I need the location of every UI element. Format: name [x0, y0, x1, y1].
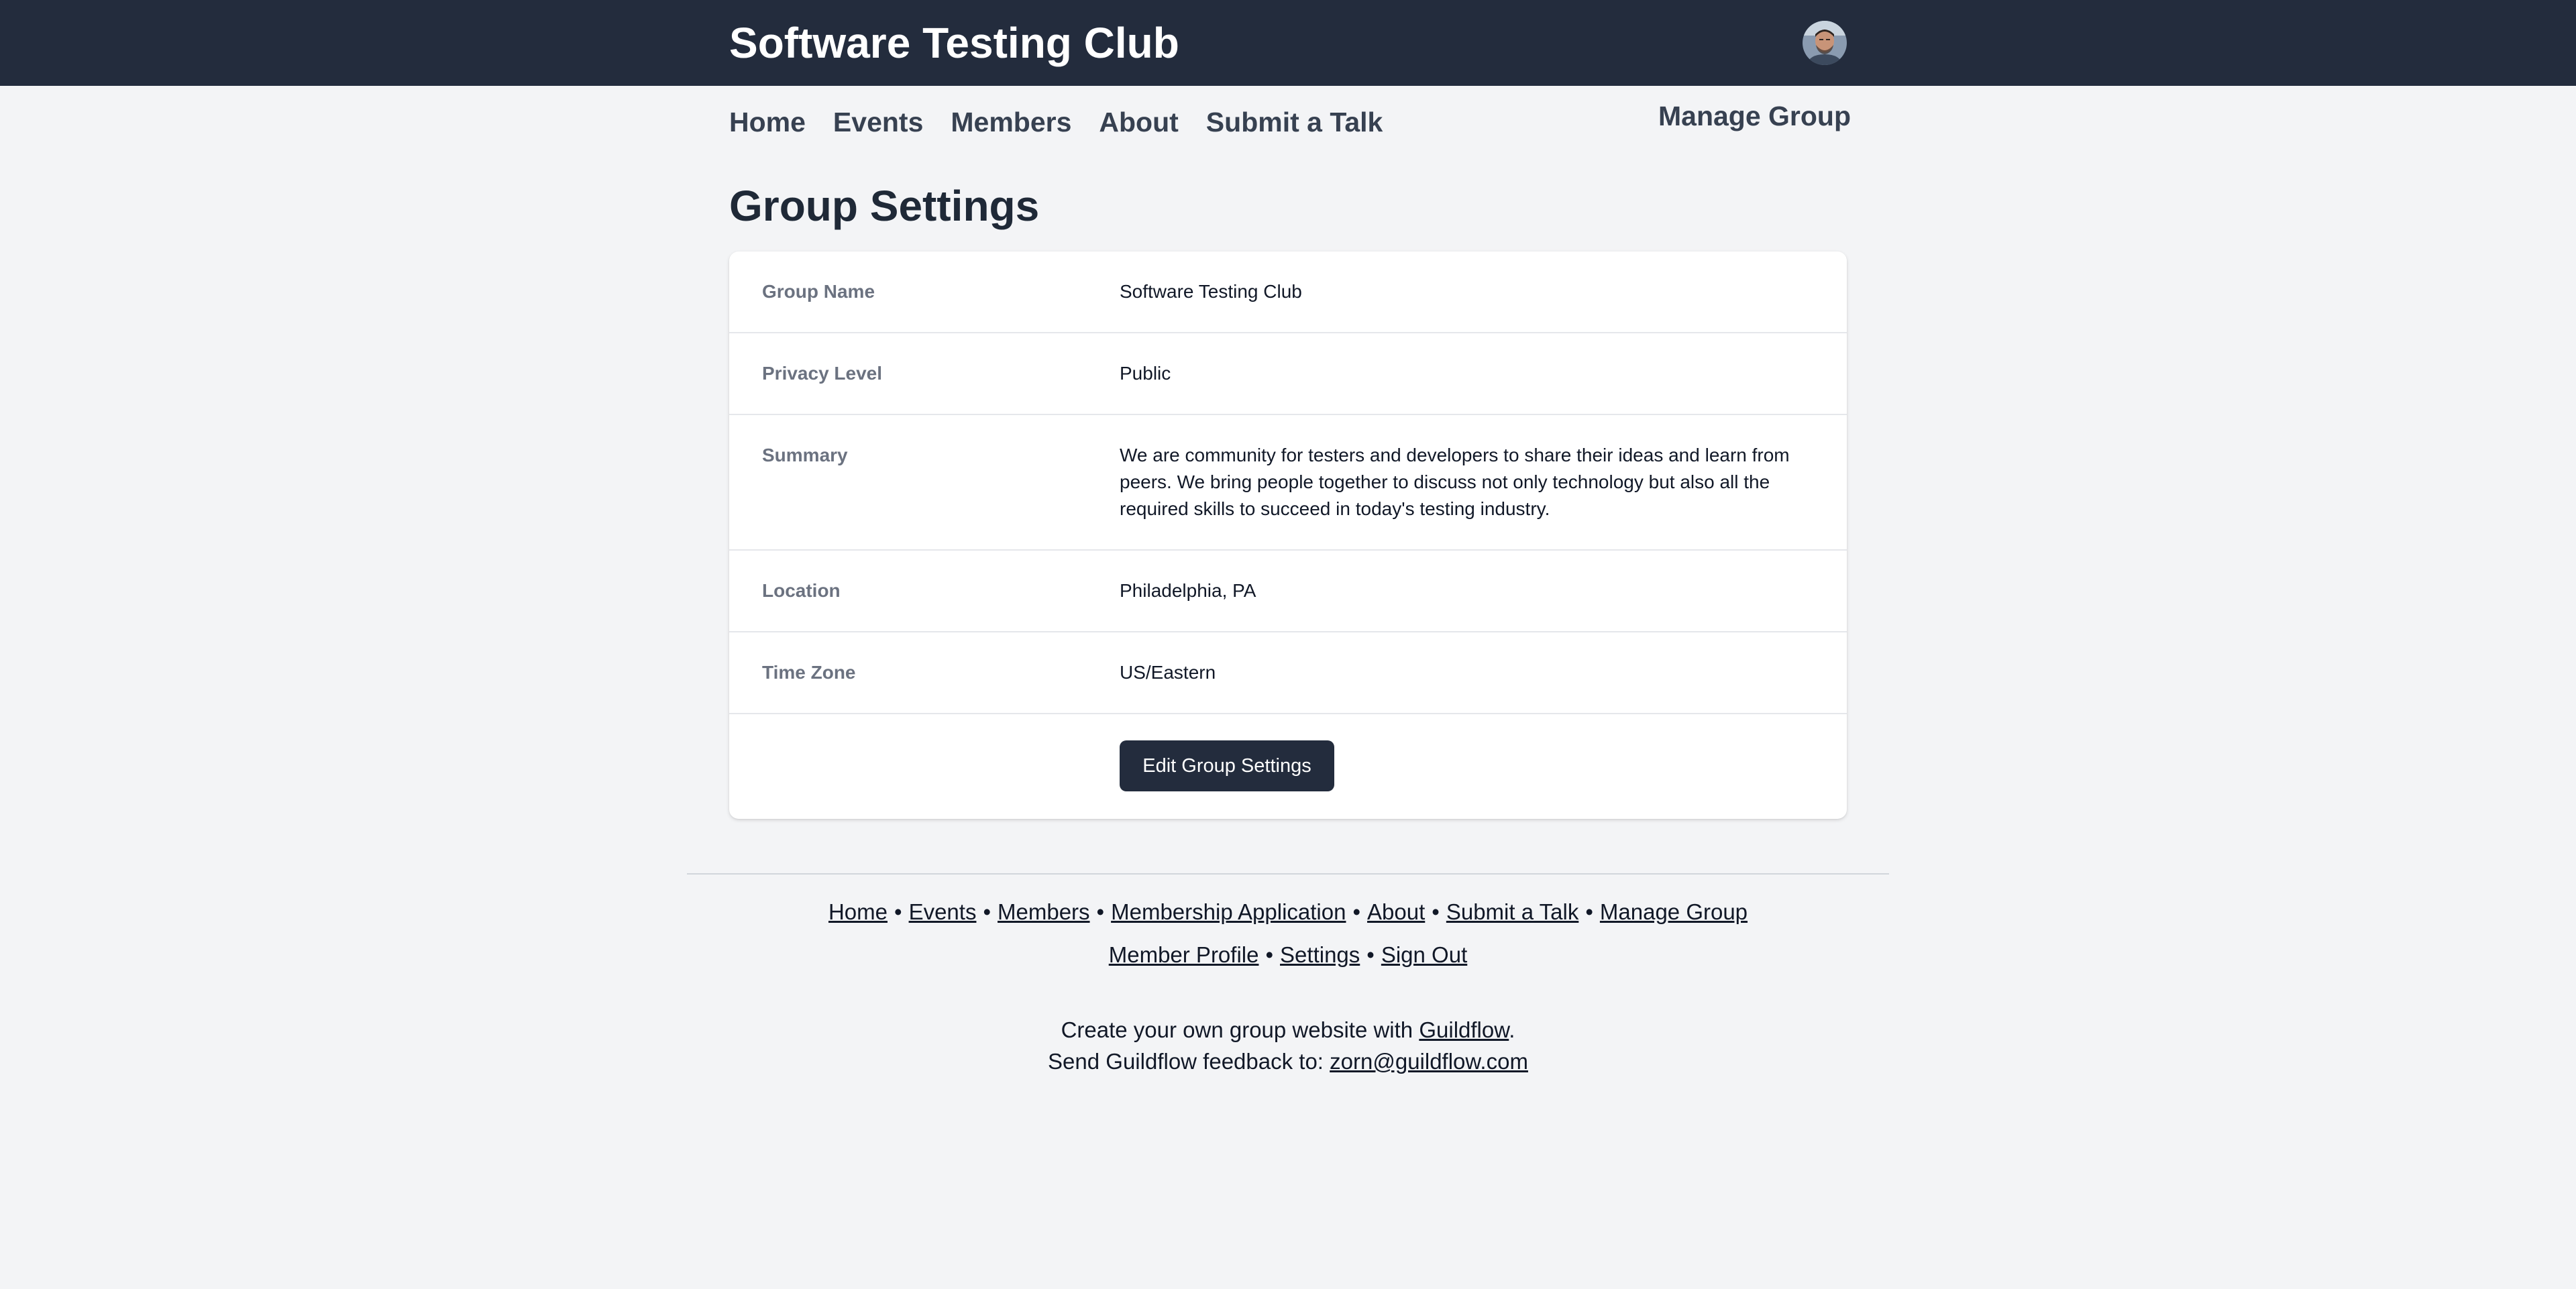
group-name-value: Software Testing Club	[1120, 281, 1302, 302]
nav-manage-group-link[interactable]: Manage Group	[1658, 96, 1851, 136]
footer-separator: •	[1366, 942, 1375, 967]
group-settings-card: Group Name Software Testing Club Privacy…	[729, 251, 1847, 819]
summary-row: Summary We are community for testers and…	[729, 415, 1847, 551]
privacy-level-label: Privacy Level	[762, 363, 883, 384]
footer-home-link[interactable]: Home	[828, 899, 888, 924]
footer-feedback: Send Guildflow feedback to: zorn@guildfl…	[0, 1046, 2576, 1078]
footer-separator: •	[983, 899, 991, 924]
footer-sign-out-link[interactable]: Sign Out	[1381, 942, 1467, 967]
summary-value: We are community for testers and develop…	[1120, 445, 1790, 519]
footer-separator: •	[894, 899, 902, 924]
footer-membership-application-link[interactable]: Membership Application	[1111, 899, 1346, 924]
footer-about-link[interactable]: About	[1367, 899, 1425, 924]
footer-members-link[interactable]: Members	[998, 899, 1090, 924]
footer-separator: •	[1585, 899, 1593, 924]
nav-members-link[interactable]: Members	[951, 102, 1071, 142]
guildflow-link[interactable]: Guildflow	[1419, 1017, 1509, 1042]
footer-separator: •	[1096, 899, 1105, 924]
edit-group-settings-button[interactable]: Edit Group Settings	[1120, 740, 1334, 791]
page-title: Group Settings	[729, 182, 1040, 230]
time-zone-label: Time Zone	[762, 662, 856, 683]
summary-label: Summary	[762, 445, 848, 465]
nav-events-link[interactable]: Events	[833, 102, 923, 142]
footer-divider	[687, 873, 1889, 875]
footer-separator: •	[1352, 899, 1361, 924]
top-bar: Software Testing Club	[0, 0, 2576, 86]
nav-home-link[interactable]: Home	[729, 102, 806, 142]
location-label: Location	[762, 580, 841, 601]
privacy-level-row: Privacy Level Public	[729, 333, 1847, 415]
footer-member-profile-link[interactable]: Member Profile	[1109, 942, 1259, 967]
footer-separator: •	[1432, 899, 1440, 924]
nav-submit-talk-link[interactable]: Submit a Talk	[1206, 102, 1383, 142]
time-zone-row: Time Zone US/Eastern	[729, 632, 1847, 714]
footer-manage-group-link[interactable]: Manage Group	[1600, 899, 1748, 924]
footer-settings-link[interactable]: Settings	[1280, 942, 1360, 967]
privacy-level-value: Public	[1120, 363, 1171, 384]
feedback-text: Send Guildflow feedback to:	[1048, 1049, 1330, 1074]
promo-period: .	[1509, 1017, 1515, 1042]
location-value: Philadelphia, PA	[1120, 580, 1256, 601]
footer-separator: •	[1265, 942, 1274, 967]
site-title[interactable]: Software Testing Club	[729, 16, 1179, 70]
footer-links-primary: Home • Events • Members • Membership Applicati…	[0, 896, 2576, 928]
nav-about-link[interactable]: About	[1099, 102, 1178, 142]
feedback-email-link[interactable]: zorn@guildflow.com	[1330, 1049, 1528, 1074]
footer-links-secondary: Member Profile • Settings • Sign Out	[0, 939, 2576, 971]
location-row: Location Philadelphia, PA	[729, 551, 1847, 632]
footer-submit-talk-link[interactable]: Submit a Talk	[1446, 899, 1578, 924]
promo-text: Create your own group website with	[1061, 1017, 1419, 1042]
user-avatar[interactable]	[1803, 21, 1847, 65]
avatar-photo-icon	[1803, 21, 1847, 65]
footer-events-link[interactable]: Events	[909, 899, 977, 924]
time-zone-value: US/Eastern	[1120, 662, 1216, 683]
main-nav: Home Events Members About Submit a Talk	[729, 102, 1383, 142]
footer-promo: Create your own group website with Guild…	[0, 1014, 2576, 1046]
group-name-label: Group Name	[762, 281, 875, 302]
group-name-row: Group Name Software Testing Club	[729, 251, 1847, 333]
